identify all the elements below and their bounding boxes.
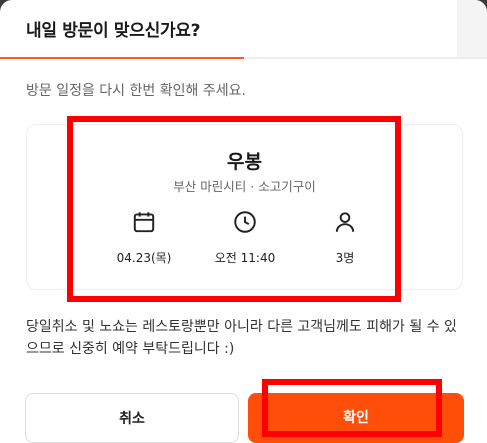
modal-subtitle: 방문 일정을 다시 한번 확인해 주세요. <box>26 83 246 99</box>
confirm-button[interactable]: 확인 <box>248 393 464 443</box>
modal-header: 내일 방문이 맞으신가요? <box>0 0 487 59</box>
clock-icon <box>234 211 256 233</box>
visit-confirm-modal: 내일 방문이 맞으신가요? 방문 일정을 다시 한번 확인해 주세요. 우봉 부… <box>0 0 487 443</box>
restaurant-location: 부산 마린시티 · 소고기구이 <box>173 179 316 194</box>
progress-fill <box>0 57 244 59</box>
progress-bar <box>0 57 487 59</box>
calendar-icon <box>133 212 155 233</box>
party-size-value: 3명 <box>335 251 355 265</box>
modal-title: 내일 방문이 맞으신가요? <box>26 21 201 41</box>
restaurant-name: 우봉 <box>227 151 262 173</box>
reservation-card: 우봉 부산 마린시티 · 소고기구이 04.23(목) 오전 11:40 3명 <box>26 124 463 290</box>
cancel-button[interactable]: 취소 <box>25 393 239 443</box>
person-icon <box>335 212 355 232</box>
modal-edge <box>457 0 487 58</box>
reservation-party: 3명 <box>285 209 405 266</box>
no-show-notice: 당일취소 및 노쇼는 레스토랑뿐만 아니라 다른 고객님께도 피해가 될 수 있… <box>26 319 457 357</box>
